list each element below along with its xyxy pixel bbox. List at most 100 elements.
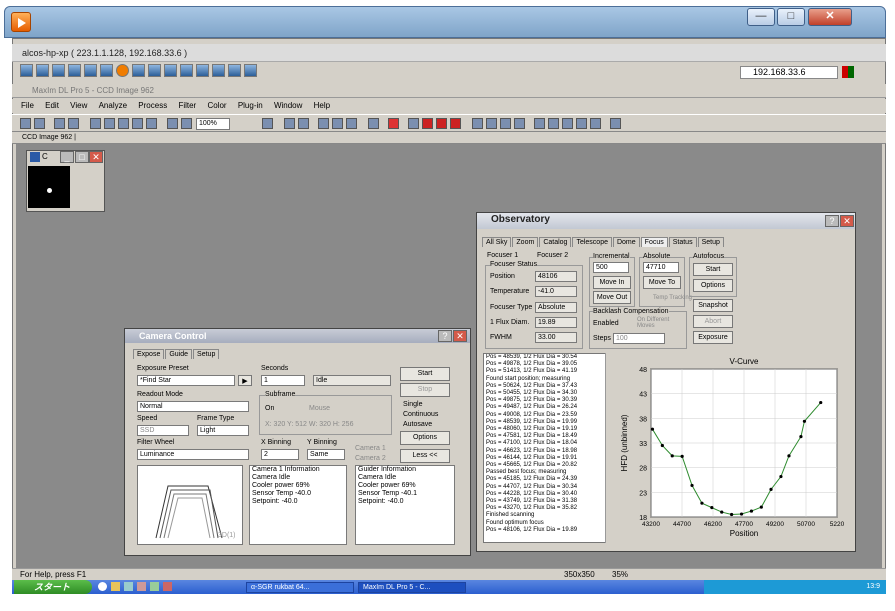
tool-icon[interactable] [164, 64, 177, 77]
ip-address[interactable]: 192.168.33.6 [740, 66, 838, 79]
tool-icon[interactable] [228, 64, 241, 77]
redo-icon[interactable] [68, 118, 79, 129]
tab-zoom[interactable]: Zoom [512, 237, 539, 247]
tool-icon[interactable] [52, 64, 65, 77]
tool-icon[interactable] [298, 118, 309, 129]
menu-edit[interactable]: Edit [45, 101, 59, 110]
start-button[interactable]: Start [400, 367, 450, 381]
focuser1-radio[interactable]: Focuser 1 [487, 252, 518, 259]
tool-icon[interactable] [486, 118, 497, 129]
tab-status[interactable]: Status [668, 237, 697, 247]
menu-color[interactable]: Color [207, 101, 226, 110]
menu-window[interactable]: Window [274, 101, 302, 110]
tool-icon[interactable] [514, 118, 525, 129]
single-radio[interactable]: Single [403, 401, 422, 408]
tool-icon[interactable] [472, 118, 483, 129]
ccd-maximize-button[interactable]: □ [75, 151, 89, 163]
tool-icon[interactable] [346, 118, 357, 129]
move-out-button[interactable]: Move Out [593, 291, 631, 304]
exposure-preset-select[interactable]: *Find Star [137, 375, 235, 386]
move-in-button[interactable]: Move In [593, 276, 631, 289]
maximize-button[interactable]: □ [777, 8, 805, 26]
tool-icon[interactable] [180, 64, 193, 77]
exposure-button[interactable]: Exposure [693, 331, 733, 344]
tool-icon[interactable] [590, 118, 601, 129]
tool-icon[interactable] [90, 118, 101, 129]
camera-help-button[interactable]: ? [438, 330, 452, 342]
app-icon[interactable] [163, 582, 172, 591]
tool-icon[interactable] [146, 118, 157, 129]
tool-icon[interactable] [284, 118, 295, 129]
camera-icon[interactable] [436, 118, 447, 129]
seconds-input[interactable]: 1 [261, 375, 305, 386]
help-icon[interactable] [262, 118, 273, 129]
tool-icon[interactable] [212, 64, 225, 77]
tab-focus[interactable]: Focus [640, 237, 668, 247]
app-icon[interactable] [124, 582, 133, 591]
tool-icon[interactable] [244, 64, 257, 77]
ccd-minimize-button[interactable]: _ [60, 151, 74, 163]
move-to-button[interactable]: Move To [643, 276, 681, 289]
tool-icon[interactable] [576, 118, 587, 129]
open-icon[interactable] [20, 118, 31, 129]
focuser2-radio[interactable]: Focuser 2 [537, 252, 568, 259]
zoom-select[interactable]: 100% [196, 118, 230, 130]
start-button[interactable]: スタート [14, 580, 92, 594]
tab-dome[interactable]: Dome [612, 237, 640, 247]
ccd-close-button[interactable]: ✕ [89, 151, 103, 163]
xbin-select[interactable]: 2 [261, 449, 299, 460]
telescope-icon[interactable] [450, 118, 461, 129]
close-button[interactable]: ✕ [808, 8, 852, 26]
menu-analyze[interactable]: Analyze [99, 101, 127, 110]
on-different-moves-checkbox[interactable]: On Different Moves [637, 317, 683, 329]
observatory-help-button[interactable]: ? [825, 215, 839, 227]
options-button[interactable]: Options [400, 431, 450, 445]
camera-close-button[interactable]: ✕ [453, 330, 467, 342]
tool-icon[interactable] [148, 64, 161, 77]
browser-icon[interactable] [98, 582, 107, 591]
tool-icon[interactable] [84, 64, 97, 77]
folder-icon[interactable] [111, 582, 120, 591]
subframe-on[interactable]: On [265, 405, 274, 412]
stop-button[interactable]: Stop [400, 383, 450, 397]
tool-icon[interactable] [610, 118, 621, 129]
tool-icon[interactable] [36, 64, 49, 77]
app-icon[interactable] [137, 582, 146, 591]
menu-view[interactable]: View [70, 101, 87, 110]
autofocus-start-button[interactable]: Start [693, 263, 733, 276]
tab-setup[interactable]: Setup [193, 349, 220, 359]
observatory-icon[interactable] [422, 118, 433, 129]
subframe-mouse[interactable]: Mouse [309, 405, 330, 412]
camera1-radio[interactable]: Camera 1 [355, 445, 386, 452]
menu-plugin[interactable]: Plug-in [238, 101, 263, 110]
undo-icon[interactable] [54, 118, 65, 129]
tab-telescope[interactable]: Telescope [572, 237, 612, 247]
zoom-in-icon[interactable] [167, 118, 178, 129]
zoom-out-icon[interactable] [181, 118, 192, 129]
tool-icon[interactable] [534, 118, 545, 129]
record-icon[interactable] [116, 64, 129, 77]
tool-icon[interactable] [68, 64, 81, 77]
play-icon[interactable]: ▶ [238, 375, 252, 386]
steps-input[interactable]: 100 [613, 333, 665, 344]
focus-log[interactable]: Pos = 48539, 1/2 Flux Dia = 30.54 Pos = 4… [483, 353, 611, 543]
tab-all-sky[interactable]: All Sky [482, 237, 512, 247]
frame-type-select[interactable]: Light [197, 425, 249, 436]
abort-button[interactable]: Abort [693, 315, 733, 328]
autosave-checkbox[interactable]: Autosave [403, 421, 432, 428]
snapshot-button[interactable]: Snapshot [693, 299, 733, 312]
tab-guide[interactable]: Guide [165, 349, 193, 359]
enabled-checkbox[interactable]: Enabled [593, 320, 619, 327]
speed-select[interactable]: SSD [137, 425, 189, 436]
document-tab[interactable]: CCD Image 962 | [12, 132, 886, 144]
save-icon[interactable] [34, 118, 45, 129]
tool-icon[interactable] [562, 118, 573, 129]
tool-icon[interactable] [20, 64, 33, 77]
minimize-button[interactable]: — [747, 8, 775, 26]
tab-setup[interactable]: Setup [697, 237, 724, 247]
crosshair-icon[interactable] [388, 118, 399, 129]
app-icon[interactable] [150, 582, 159, 591]
task-button-2[interactable]: MaxIm DL Pro 5 - C... [358, 582, 466, 593]
observatory-close-button[interactable]: ✕ [840, 215, 854, 227]
tool-icon[interactable] [104, 118, 115, 129]
